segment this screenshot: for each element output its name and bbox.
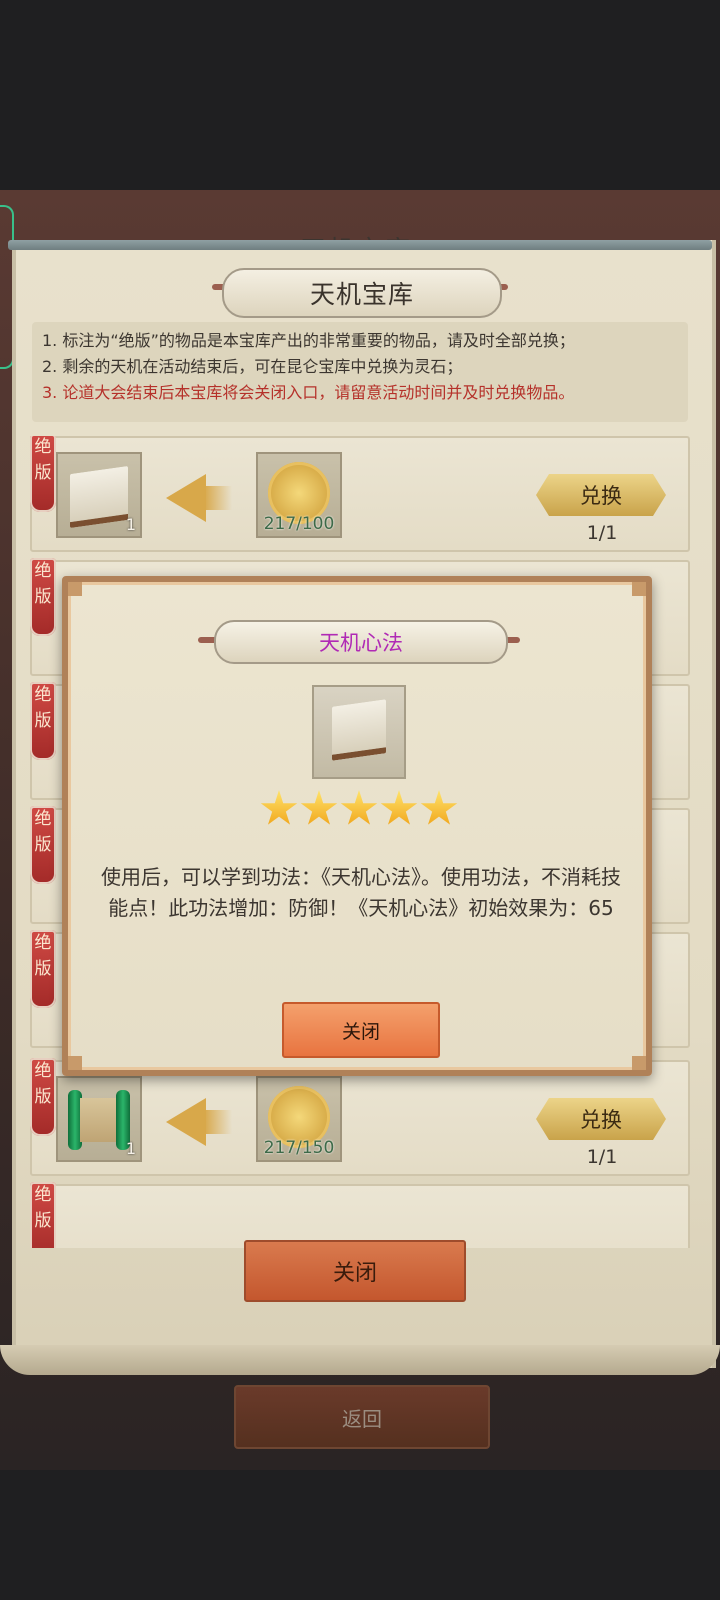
dialog-close-button[interactable]: 关闭 — [282, 1002, 440, 1058]
book-icon — [332, 699, 386, 761]
star-icon — [300, 790, 338, 825]
star-icon — [380, 790, 418, 825]
dialog-item-slot — [312, 685, 406, 779]
dialog-corner — [632, 582, 646, 596]
dialog-corner — [68, 1056, 82, 1070]
dialog-corner — [632, 1056, 646, 1070]
star-icon — [260, 790, 298, 825]
star-rating — [260, 790, 460, 834]
dialog-corner — [68, 582, 82, 596]
item-description: 使用后，可以学到功法：《天机心法》。使用功法，不消耗技能点！此功法增加：防御！《… — [101, 865, 621, 920]
star-icon — [420, 790, 458, 825]
dialog-title: 天机心法 — [214, 620, 508, 664]
star-icon — [340, 790, 378, 825]
